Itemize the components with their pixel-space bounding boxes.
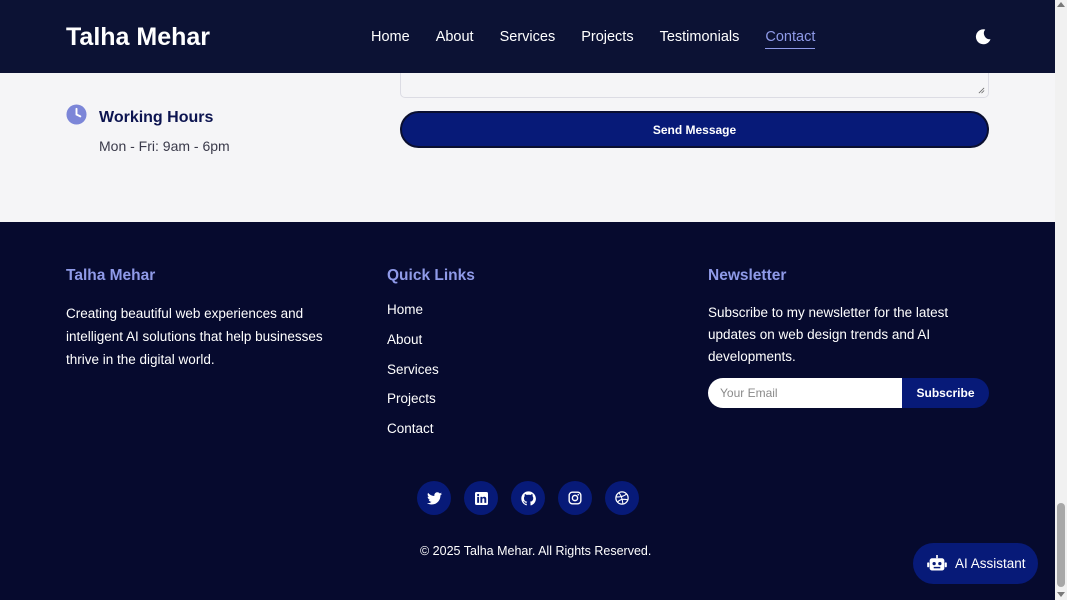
- site-logo[interactable]: Talha Mehar: [66, 23, 210, 52]
- social-links: [417, 481, 639, 515]
- linkedin-icon[interactable]: [464, 481, 498, 515]
- instagram-icon[interactable]: [558, 481, 592, 515]
- newsletter-text: Subscribe to my newsletter for the lates…: [708, 305, 949, 364]
- send-message-button[interactable]: Send Message: [400, 111, 989, 148]
- footer-about-text: Creating beautiful web experiences and i…: [66, 306, 323, 367]
- contact-section: Send Message Working Hours Mon - Fri: 9a…: [0, 73, 1055, 222]
- subscribe-button[interactable]: Subscribe: [902, 378, 989, 408]
- main-nav: Home About Services Projects Testimonial…: [371, 29, 841, 49]
- resize-handle-icon[interactable]: [978, 87, 985, 94]
- scroll-down-arrow-icon[interactable]: [1057, 592, 1065, 597]
- ai-assistant-label: AI Assistant: [955, 556, 1026, 571]
- scroll-up-arrow-icon[interactable]: [1057, 2, 1065, 7]
- quick-links-list: Home About Services Projects Contact: [387, 302, 439, 451]
- site-footer: Talha Mehar Creating beautiful web exper…: [0, 222, 1055, 600]
- newsletter-form: Subscribe: [708, 378, 989, 408]
- quick-link-projects[interactable]: Projects: [387, 391, 439, 421]
- quick-link-contact[interactable]: Contact: [387, 421, 439, 451]
- newsletter-title: Newsletter: [708, 267, 787, 284]
- twitter-icon[interactable]: [417, 481, 451, 515]
- site-header: Talha Mehar Home About Services Projects…: [0, 0, 1055, 73]
- ai-assistant-button[interactable]: AI Assistant: [913, 543, 1038, 584]
- quick-links-title: Quick Links: [387, 267, 475, 284]
- copyright-text: © 2025 Talha Mehar. All Rights Reserved.: [420, 544, 652, 558]
- quick-link-home[interactable]: Home: [387, 302, 439, 332]
- page-scrollbar[interactable]: [1055, 0, 1067, 600]
- nav-projects[interactable]: Projects: [581, 29, 633, 49]
- nav-about[interactable]: About: [436, 29, 474, 49]
- robot-icon: [927, 554, 947, 571]
- clock-icon: [66, 104, 87, 125]
- moon-icon[interactable]: [974, 28, 992, 46]
- footer-about-title: Talha Mehar: [66, 267, 156, 284]
- scrollbar-thumb[interactable]: [1057, 503, 1065, 587]
- working-hours-text: Mon - Fri: 9am - 6pm: [99, 138, 230, 154]
- quick-link-about[interactable]: About: [387, 332, 439, 362]
- working-hours-title: Working Hours: [99, 109, 214, 126]
- message-textarea[interactable]: [400, 73, 989, 98]
- dribbble-icon[interactable]: [605, 481, 639, 515]
- nav-home[interactable]: Home: [371, 29, 410, 49]
- nav-contact[interactable]: Contact: [765, 29, 816, 49]
- github-icon[interactable]: [511, 481, 545, 515]
- nav-services[interactable]: Services: [500, 29, 556, 49]
- quick-link-services[interactable]: Services: [387, 362, 439, 392]
- newsletter-email-input[interactable]: [708, 378, 902, 408]
- nav-testimonials[interactable]: Testimonials: [660, 29, 740, 49]
